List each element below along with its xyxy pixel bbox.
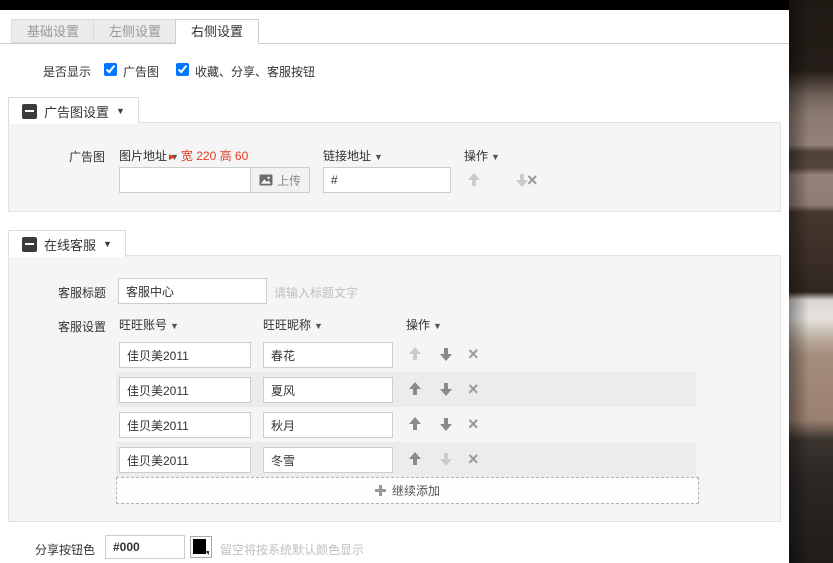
collapse-icon[interactable] [22, 104, 37, 119]
checkbox-ad-image-label[interactable]: 广告图 [123, 63, 159, 80]
move-down-icon[interactable] [439, 382, 453, 396]
image-url-input[interactable] [119, 167, 251, 193]
link-url-header-label: 链接地址 [323, 149, 371, 163]
move-up-icon[interactable] [408, 417, 422, 431]
chevron-down-icon: ▼ [314, 321, 323, 331]
add-row-button-label: 继续添加 [392, 482, 440, 499]
service-section-header[interactable]: 在线客服 ▼ [8, 230, 126, 257]
service-op-column-header[interactable]: 操作▼ [406, 316, 442, 333]
delete-icon[interactable]: × [468, 347, 479, 361]
upload-button-label: 上传 [277, 172, 301, 189]
checkbox-ad-image[interactable] [104, 63, 117, 76]
ad-row-label: 广告图 [69, 148, 105, 165]
share-color-hint: 留空将按系统默认颜色显示 [220, 541, 364, 558]
background-photo [789, 0, 833, 563]
account-header-label: 旺旺账号 [119, 318, 167, 332]
ad-section-panel: 广告图 图片地址▼ ►宽 220 高 60 上传 链接地址▼ 操作▼ × [8, 122, 781, 212]
delete-icon[interactable]: × [468, 452, 479, 466]
delete-icon[interactable]: × [468, 382, 479, 396]
move-down-icon[interactable] [439, 452, 453, 466]
service-row: × [116, 407, 696, 442]
move-up-icon[interactable] [408, 452, 422, 466]
move-down-icon[interactable] [439, 347, 453, 361]
service-row: × [116, 337, 696, 372]
service-title-hint: 请输入标题文字 [274, 284, 358, 301]
chevron-down-icon: ▼ [374, 152, 383, 162]
plus-icon [375, 485, 386, 496]
link-url-input[interactable] [323, 167, 451, 193]
ad-op-column-header[interactable]: 操作▼ [464, 147, 500, 164]
account-input[interactable] [119, 447, 251, 473]
add-row-button[interactable]: 继续添加 [116, 477, 699, 504]
account-input[interactable] [119, 377, 251, 403]
ad-op-header-label: 操作 [464, 149, 488, 163]
nickname-input[interactable] [263, 412, 393, 438]
collapse-icon[interactable] [22, 237, 37, 252]
color-swatch[interactable] [190, 536, 212, 558]
tab-right-settings[interactable]: 右侧设置 [175, 19, 259, 44]
nickname-input[interactable] [263, 342, 393, 368]
service-op-header-label: 操作 [406, 318, 430, 332]
service-section-title: 在线客服 [44, 235, 96, 254]
link-url-column-header[interactable]: 链接地址▼ [323, 147, 383, 164]
service-row: × [116, 372, 696, 407]
delete-icon[interactable]: × [468, 417, 479, 431]
color-swatch-fill [193, 539, 206, 554]
share-color-input[interactable] [105, 535, 185, 559]
chevron-down-icon: ▼ [116, 106, 125, 116]
upload-button[interactable]: 上传 [251, 167, 310, 193]
red-arrow-icon: ► [167, 152, 177, 163]
account-input[interactable] [119, 342, 251, 368]
image-icon [259, 173, 273, 187]
chevron-down-icon: ▼ [491, 152, 500, 162]
size-hint-text: 宽 220 高 60 [181, 149, 248, 163]
account-column-header[interactable]: 旺旺账号▼ [119, 316, 179, 333]
move-up-icon[interactable] [408, 347, 422, 361]
delete-icon[interactable]: × [527, 173, 538, 187]
checkbox-fav-share-service-label[interactable]: 收藏、分享、客服按钮 [195, 63, 315, 80]
tab-basic-settings[interactable]: 基础设置 [11, 19, 95, 43]
tab-left-settings[interactable]: 左侧设置 [93, 19, 177, 43]
nickname-input[interactable] [263, 377, 393, 403]
chevron-down-icon: ▼ [170, 321, 179, 331]
service-row: × [116, 442, 696, 477]
move-down-icon[interactable] [439, 417, 453, 431]
ad-section-title: 广告图设置 [44, 102, 109, 121]
chevron-down-icon: ▼ [433, 321, 442, 331]
checkbox-fav-share-service[interactable] [176, 63, 189, 76]
top-black-bar [0, 0, 789, 10]
share-color-label: 分享按钮色 [35, 541, 95, 558]
display-row-label: 是否显示 [43, 63, 91, 80]
nickname-input[interactable] [263, 447, 393, 473]
service-title-label: 客服标题 [58, 284, 106, 301]
nickname-column-header[interactable]: 旺旺昵称▼ [263, 316, 323, 333]
move-up-icon[interactable] [467, 173, 481, 187]
service-settings-label: 客服设置 [58, 318, 106, 335]
chevron-down-icon: ▼ [103, 239, 112, 249]
move-up-icon[interactable] [408, 382, 422, 396]
account-input[interactable] [119, 412, 251, 438]
ad-section-header[interactable]: 广告图设置 ▼ [8, 97, 139, 124]
image-size-hint: ► 宽 220 高 60 [159, 147, 248, 164]
service-section-panel: 客服标题 请输入标题文字 客服设置 旺旺账号▼ 旺旺昵称▼ 操作▼ × × × … [8, 255, 781, 522]
nickname-header-label: 旺旺昵称 [263, 318, 311, 332]
service-title-input[interactable] [118, 278, 267, 304]
